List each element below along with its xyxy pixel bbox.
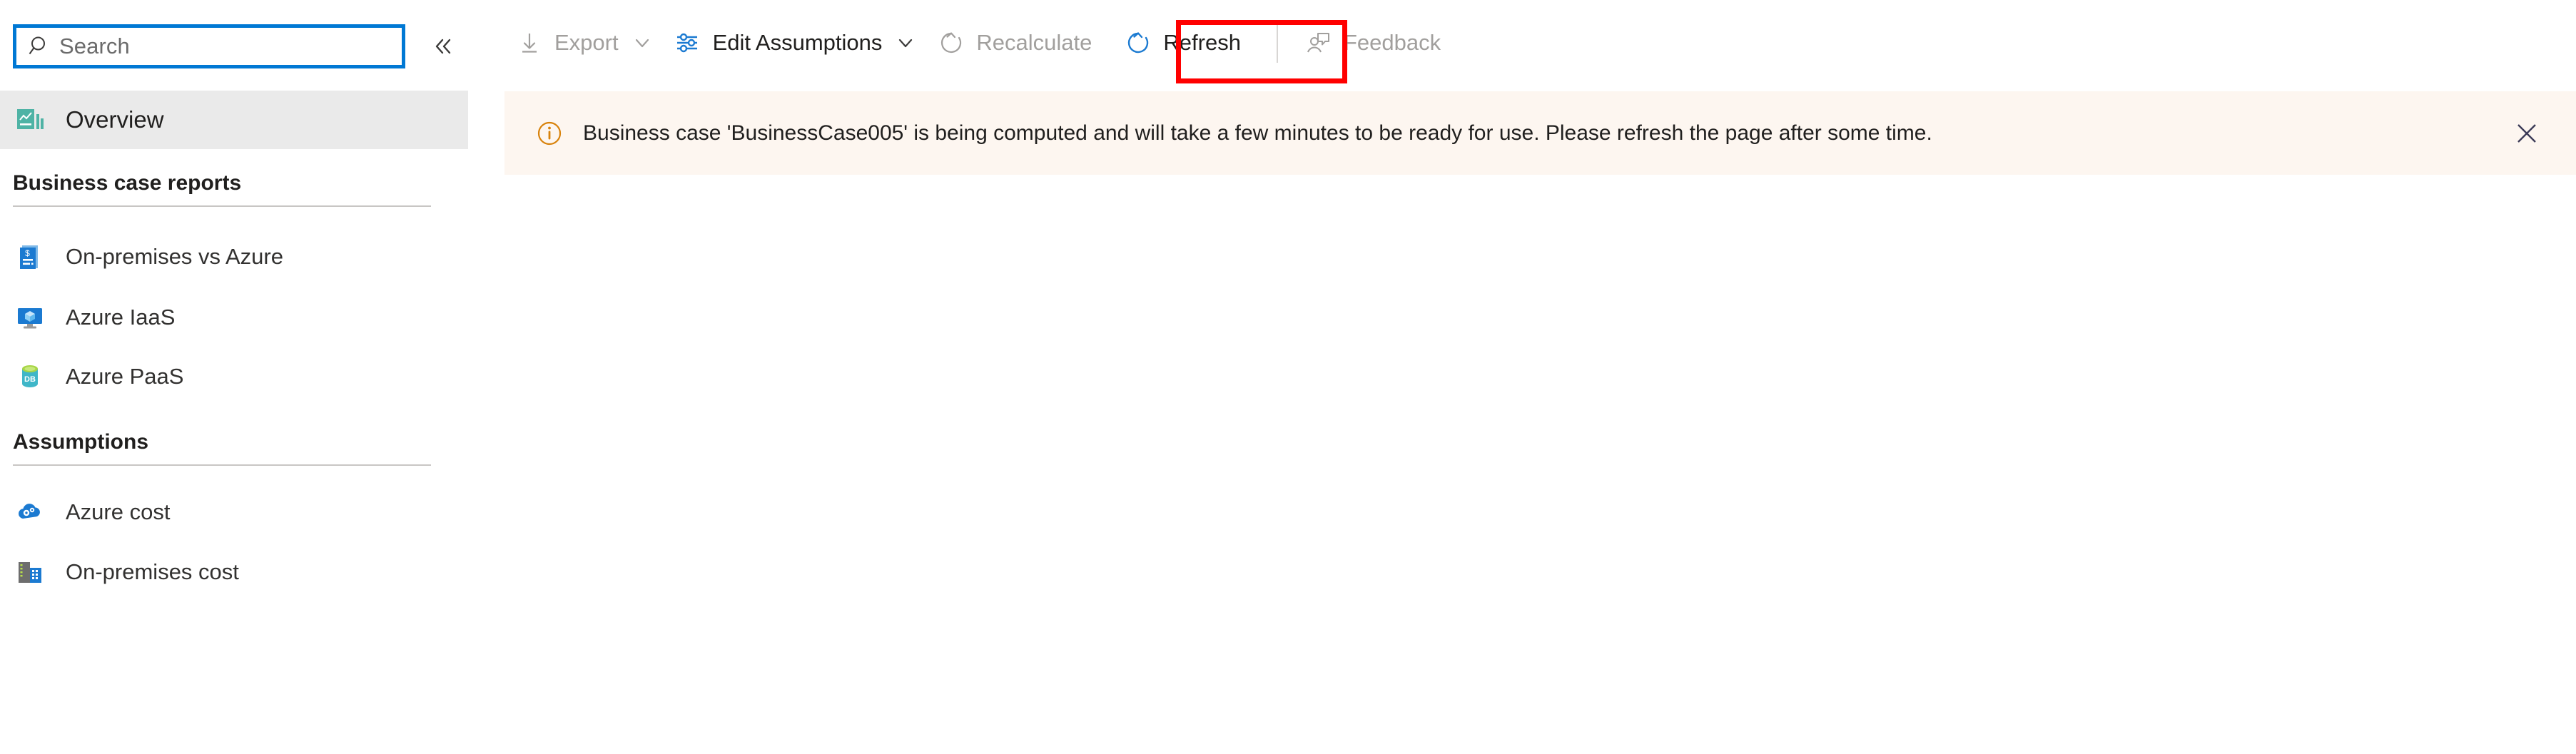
chevron-double-left-icon xyxy=(431,34,455,58)
feedback-label: Feedback xyxy=(1343,30,1441,55)
refresh-circle-icon xyxy=(938,29,965,56)
refresh-label: Refresh xyxy=(1163,30,1241,55)
sidebar-item-on-premises-cost[interactable]: On-premises cost xyxy=(0,551,468,593)
invoice-document-icon: $ xyxy=(16,243,44,271)
recalculate-button[interactable]: Recalculate xyxy=(926,13,1103,73)
chevron-down-icon xyxy=(896,34,915,52)
virtual-machine-icon xyxy=(16,303,44,332)
main-content: Export Edit Assumptions Recalculate Refr… xyxy=(504,0,2576,754)
info-circle-icon xyxy=(534,118,564,148)
sidebar-search-row: Search xyxy=(0,24,471,68)
edit-assumptions-button[interactable]: Edit Assumptions xyxy=(663,13,927,73)
sidebar-item-label: Azure IaaS xyxy=(66,305,176,330)
export-label: Export xyxy=(554,30,619,55)
sidebar-item-label: On-premises vs Azure xyxy=(66,244,283,269)
person-feedback-icon xyxy=(1305,29,1332,56)
server-building-icon xyxy=(16,558,44,586)
sidebar-item-on-premises-vs-azure[interactable]: $ On-premises vs Azure xyxy=(0,235,468,278)
sidebar-collapse-button[interactable] xyxy=(421,24,465,68)
sliders-icon xyxy=(674,29,701,56)
cloud-settings-icon xyxy=(16,498,44,526)
recalculate-label: Recalculate xyxy=(976,30,1092,55)
command-bar: Export Edit Assumptions Recalculate Refr… xyxy=(504,0,2576,86)
sidebar-item-label: Overview xyxy=(66,106,164,133)
message-bar: Business case 'BusinessCase005' is being… xyxy=(504,91,2576,175)
search-placeholder-text: Search xyxy=(59,34,130,58)
search-input[interactable]: Search xyxy=(13,24,405,68)
search-icon xyxy=(28,34,52,58)
overview-chart-icon xyxy=(16,106,44,134)
sidebar-item-azure-paas[interactable]: DB Azure PaaS xyxy=(0,355,468,398)
sidebar-item-label: On-premises cost xyxy=(66,559,239,584)
sidebar: Search Overview Business case reports $ … xyxy=(0,0,471,754)
export-button[interactable]: Export xyxy=(504,13,663,73)
message-bar-close-button[interactable] xyxy=(2510,117,2543,150)
message-bar-text: Business case 'BusinessCase005' is being… xyxy=(583,121,1932,145)
database-icon: DB xyxy=(16,362,44,391)
svg-text:$: $ xyxy=(25,248,30,258)
refresh-circle-icon xyxy=(1125,29,1152,56)
feedback-button[interactable]: Feedback xyxy=(1294,13,1452,73)
sidebar-section-header-business-case-reports: Business case reports xyxy=(13,171,431,207)
chevron-down-icon xyxy=(633,34,651,52)
app-root: Search Overview Business case reports $ … xyxy=(0,0,2576,754)
svg-text:DB: DB xyxy=(24,375,36,384)
sidebar-section-header-assumptions: Assumptions xyxy=(13,430,431,466)
sidebar-item-overview[interactable]: Overview xyxy=(0,91,468,149)
sidebar-item-label: Azure cost xyxy=(66,499,171,524)
sidebar-item-azure-iaas[interactable]: Azure IaaS xyxy=(0,296,468,339)
edit-assumptions-label: Edit Assumptions xyxy=(712,30,883,55)
sidebar-item-azure-cost[interactable]: Azure cost xyxy=(0,491,468,534)
sidebar-item-label: Azure PaaS xyxy=(66,364,184,389)
refresh-button[interactable]: Refresh xyxy=(1113,13,1252,73)
download-arrow-icon xyxy=(516,29,543,56)
toolbar-separator xyxy=(1276,23,1278,63)
